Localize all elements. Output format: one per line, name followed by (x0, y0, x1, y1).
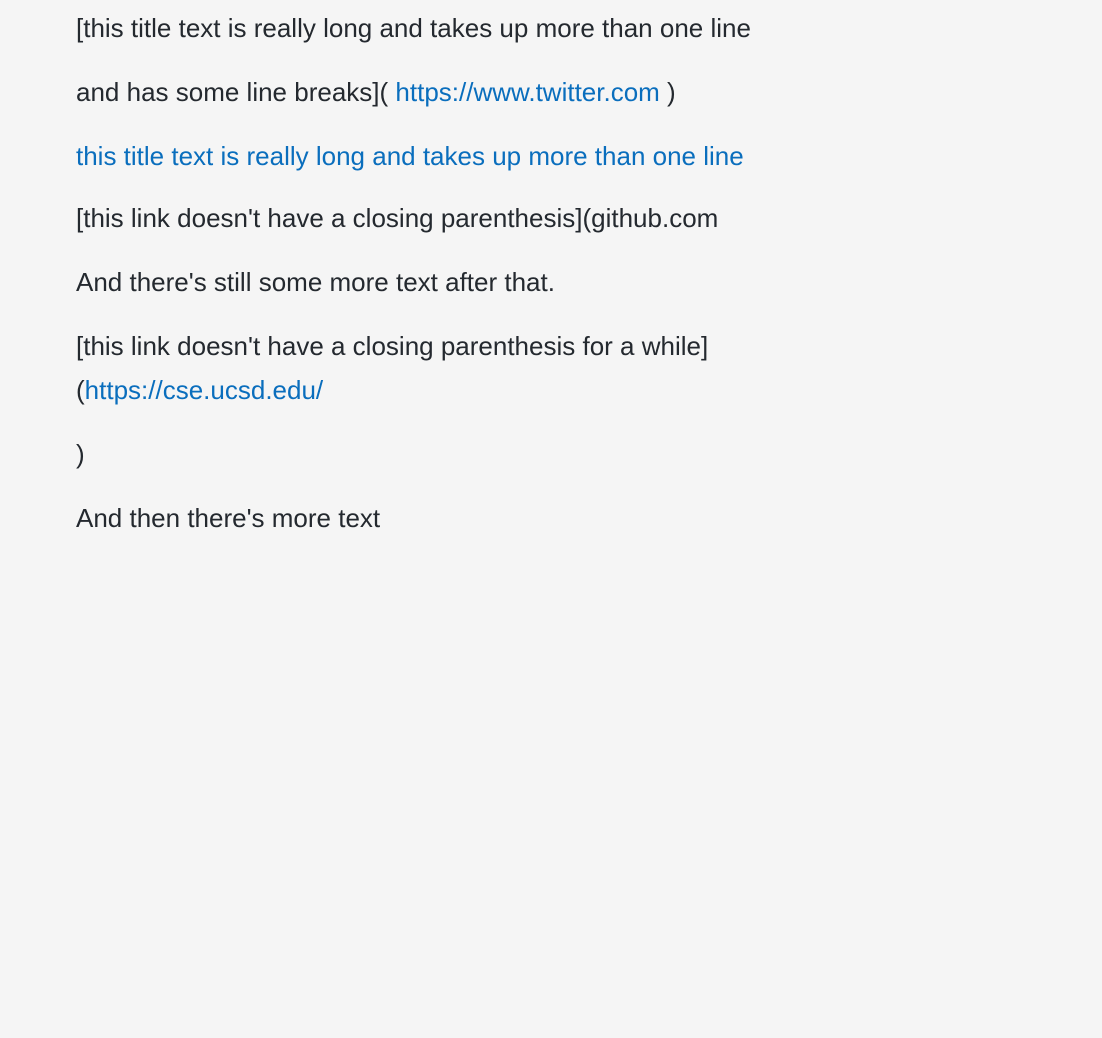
paragraph-text: [this link doesn't have a closing parent… (76, 331, 709, 361)
paragraph-text: [this title text is really long and take… (76, 13, 751, 43)
paragraph-text: ) (76, 439, 85, 469)
paragraph-title-text: [this title text is really long and take… (76, 6, 751, 50)
paragraph-text: And then there's more text (76, 503, 381, 533)
paragraph-text: and has some line breaks]( (76, 77, 389, 107)
twitter-link[interactable]: https://www.twitter.com (395, 77, 659, 107)
title-link[interactable]: this title text is really long and takes… (76, 141, 744, 171)
paragraph-unclosed-link: [this link doesn't have a closing parent… (76, 196, 718, 240)
paragraph-title-text-continued: and has some line breaks]( https://www.t… (76, 70, 676, 114)
paragraph-more-text: And there's still some more text after t… (76, 260, 555, 304)
cse-ucsd-link[interactable]: https://cse.ucsd.edu/ (85, 375, 323, 405)
paragraph-unclosed-link-long: [this link doesn't have a closing parent… (76, 324, 708, 368)
paragraph-final-text: And then there's more text (76, 496, 380, 540)
paragraph-text: [this link doesn't have a closing parent… (76, 203, 719, 233)
paragraph-text: And there's still some more text after t… (76, 267, 555, 297)
paragraph-unclosed-link-long-continued: (https://cse.ucsd.edu/ (76, 368, 323, 412)
paragraph-link: this title text is really long and takes… (76, 134, 744, 178)
paragraph-text: ( (76, 375, 85, 405)
paragraph-closing-paren: ) (76, 432, 85, 476)
paragraph-text: ) (667, 77, 676, 107)
